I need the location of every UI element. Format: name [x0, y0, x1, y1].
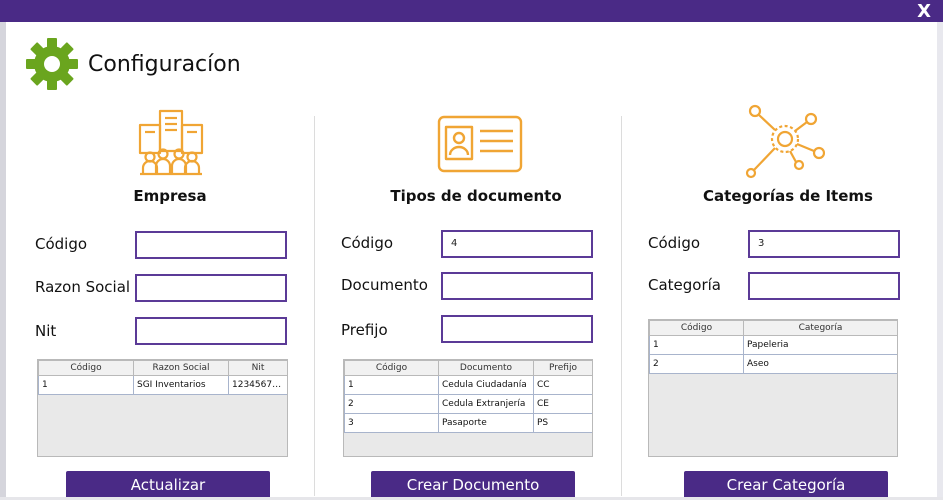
- empresa-nit-label: Nit: [35, 322, 57, 340]
- column-header[interactable]: Nit: [228, 360, 287, 376]
- table-header-row: Código Razon Social Nit: [38, 360, 287, 376]
- building-people-icon: [138, 109, 204, 176]
- table-row[interactable]: 3 Pasaporte PS: [344, 413, 592, 433]
- categorias-table[interactable]: Código Categoría 1 Papeleria 2 Aseo: [648, 319, 898, 457]
- network-icon: [745, 104, 825, 179]
- table-cell: 2: [344, 394, 439, 414]
- column-header[interactable]: Documento: [438, 360, 534, 376]
- table-cell: CC: [533, 375, 592, 395]
- empresa-title: Empresa: [133, 187, 207, 205]
- table-row[interactable]: 2 Aseo: [649, 354, 897, 374]
- empresa-razon-social-input[interactable]: [135, 274, 287, 302]
- categorias-codigo-input[interactable]: 3: [748, 230, 900, 258]
- id-card-icon: [437, 115, 523, 173]
- table-row[interactable]: 1 SGI Inventarios 123456789...: [38, 375, 287, 395]
- table-cell: Cedula Extranjería: [438, 394, 534, 414]
- categorias-categoria-label: Categoría: [648, 276, 722, 294]
- tipos-documento-input[interactable]: [441, 272, 593, 300]
- empresa-razon-social-label: Razon Social: [35, 278, 131, 296]
- actualizar-button[interactable]: Actualizar: [66, 471, 270, 499]
- table-cell: SGI Inventarios: [133, 375, 229, 395]
- empresa-table[interactable]: Código Razon Social Nit 1 SGI Inventario…: [37, 359, 288, 457]
- table-cell: 3: [344, 413, 439, 433]
- empresa-nit-input[interactable]: [135, 317, 287, 345]
- table-row[interactable]: 1 Papeleria: [649, 335, 897, 355]
- table-cell: Aseo: [743, 354, 897, 374]
- table-cell: Papeleria: [743, 335, 897, 355]
- table-row[interactable]: 1 Cedula Ciudadanía CC: [344, 375, 592, 395]
- column-header[interactable]: Categoría: [743, 320, 897, 336]
- column-divider: [621, 116, 622, 496]
- tipos-documento-label: Documento: [341, 276, 428, 294]
- table-header-row: Código Categoría: [649, 320, 897, 336]
- table-cell: Cedula Ciudadanía: [438, 375, 534, 395]
- table-cell: 123456789...: [228, 375, 287, 395]
- tipos-prefijo-input[interactable]: [441, 315, 593, 343]
- table-cell: PS: [533, 413, 592, 433]
- crear-categoria-button[interactable]: Crear Categoría: [684, 471, 888, 499]
- column-header[interactable]: Razon Social: [133, 360, 229, 376]
- empresa-codigo-input[interactable]: [135, 231, 287, 259]
- tipos-codigo-input[interactable]: 4: [441, 230, 593, 258]
- right-edge: [937, 22, 943, 500]
- table-cell: 1: [649, 335, 744, 355]
- categorias-title: Categorías de Items: [703, 187, 873, 205]
- categorias-categoria-input[interactable]: [748, 272, 900, 300]
- tipos-title: Tipos de documento: [390, 187, 562, 205]
- table-cell: 2: [649, 354, 744, 374]
- table-header-row: Código Documento Prefijo: [344, 360, 592, 376]
- close-button[interactable]: X: [917, 1, 931, 22]
- tipos-table[interactable]: Código Documento Prefijo 1 Cedula Ciudad…: [343, 359, 593, 457]
- left-edge: [0, 22, 6, 500]
- table-cell: Pasaporte: [438, 413, 534, 433]
- column-header[interactable]: Código: [344, 360, 439, 376]
- table-cell: CE: [533, 394, 592, 414]
- column-divider: [314, 116, 315, 496]
- tipos-prefijo-label: Prefijo: [341, 321, 388, 339]
- title-bar: X: [0, 0, 943, 22]
- tipos-codigo-label: Código: [341, 234, 394, 252]
- table-row[interactable]: 2 Cedula Extranjería CE: [344, 394, 592, 414]
- column-header[interactable]: Prefijo: [533, 360, 592, 376]
- page-title: Configuracíon: [88, 51, 241, 77]
- table-cell: 1: [344, 375, 439, 395]
- categorias-codigo-label: Código: [648, 234, 701, 252]
- column-header[interactable]: Código: [38, 360, 134, 376]
- column-header[interactable]: Código: [649, 320, 744, 336]
- gear-icon: [26, 38, 78, 90]
- page-header: Configuracíon: [26, 38, 241, 90]
- crear-documento-button[interactable]: Crear Documento: [371, 471, 575, 499]
- empresa-codigo-label: Código: [35, 235, 88, 253]
- table-cell: 1: [38, 375, 134, 395]
